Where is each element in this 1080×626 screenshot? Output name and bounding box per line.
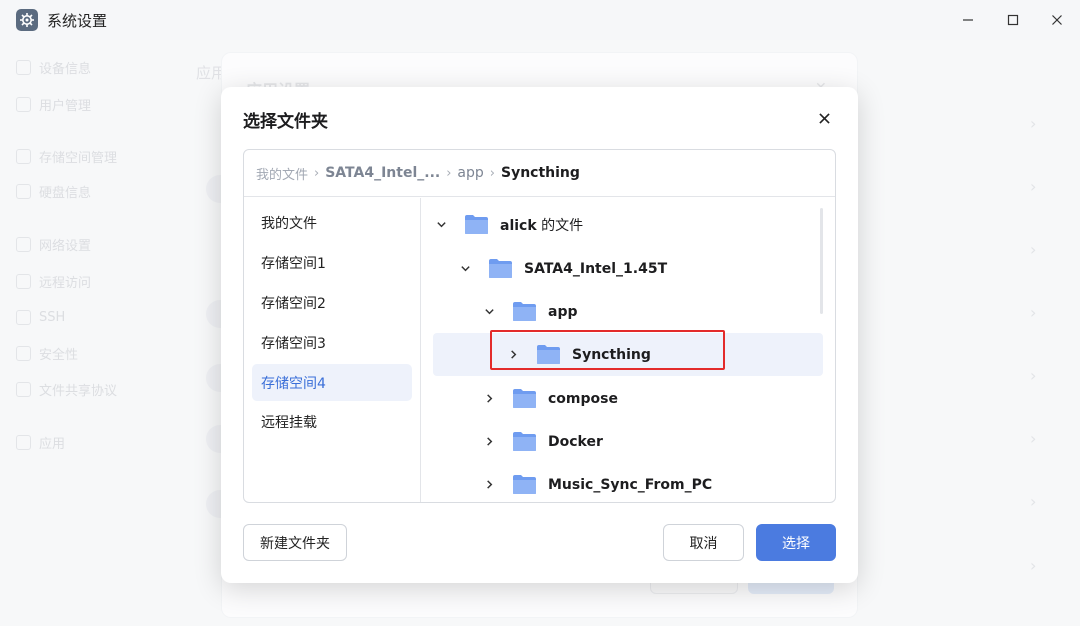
minimize-icon[interactable]	[955, 8, 981, 32]
folder-name: SATA4_Intel_1.45T	[524, 260, 668, 277]
chevron-down-icon[interactable]	[457, 261, 473, 277]
chevron-right-icon[interactable]	[481, 391, 497, 407]
folder-name-suffix: 的文件	[536, 217, 584, 234]
folder-browser: 我的文件 › SATA4_Intel_... › app › Syncthing…	[243, 149, 836, 503]
folder-tree-label: compose	[548, 391, 618, 407]
breadcrumb-folder[interactable]: app	[457, 165, 483, 181]
folder-icon	[465, 215, 488, 234]
folder-name: Music_Sync_From_PC	[548, 476, 713, 493]
folder-tree-item[interactable]: Docker	[433, 420, 823, 463]
folder-tree: alick 的文件 SATA4_Intel_1.45Tapp Syncthing co…	[422, 198, 835, 502]
folder-icon	[513, 302, 536, 321]
chevron-right-icon: ›	[489, 165, 495, 181]
folder-tree-label: app	[548, 304, 578, 320]
folder-tree-label: alick 的文件	[500, 215, 583, 235]
folder-name: Docker	[548, 433, 603, 450]
folder-tree-label: SATA4_Intel_1.45T	[524, 261, 667, 277]
location-storage-4[interactable]: 存储空间4	[252, 364, 412, 401]
new-folder-button[interactable]: 新建文件夹	[243, 524, 347, 561]
folder-name: app	[548, 303, 578, 320]
chevron-right-icon: ›	[446, 165, 452, 181]
chevron-right-icon[interactable]	[505, 347, 521, 363]
folder-tree-item[interactable]: SATA4_Intel_1.45T	[433, 247, 823, 290]
folder-name: Syncthing	[572, 346, 651, 363]
select-button[interactable]: 选择	[756, 524, 836, 561]
folder-icon	[489, 259, 512, 278]
location-storage-1[interactable]: 存储空间1	[252, 244, 412, 281]
settings-app-icon	[16, 9, 38, 31]
folder-tree-item[interactable]: Syncthing	[433, 333, 823, 376]
folder-icon	[513, 432, 536, 451]
folder-tree-item[interactable]: Music_Sync_From_PC	[433, 463, 823, 502]
location-storage-2[interactable]: 存储空间2	[252, 284, 412, 321]
title-bar: 系统设置	[0, 0, 1080, 40]
chevron-right-icon[interactable]	[481, 477, 497, 493]
breadcrumb-disk[interactable]: SATA4_Intel_...	[325, 165, 440, 181]
folder-tree-label: Docker	[548, 434, 603, 450]
folder-icon	[513, 475, 536, 494]
location-remote-mount[interactable]: 远程挂载	[252, 403, 412, 440]
chevron-down-icon[interactable]	[433, 217, 449, 233]
cancel-button[interactable]: 取消	[663, 524, 744, 561]
breadcrumb-current: Syncthing	[500, 165, 580, 181]
chevron-right-icon: ›	[314, 165, 320, 181]
folder-name: compose	[548, 390, 618, 407]
folder-tree-label: Music_Sync_From_PC	[548, 477, 712, 493]
folder-tree-label: Syncthing	[572, 347, 651, 363]
chevron-right-icon[interactable]	[481, 434, 497, 450]
breadcrumb: 我的文件 › SATA4_Intel_... › app › Syncthing	[244, 150, 835, 197]
breadcrumb-root[interactable]: 我的文件	[256, 164, 308, 183]
window-title: 系统设置	[47, 12, 108, 30]
chevron-down-icon[interactable]	[481, 304, 497, 320]
folder-name: alick	[500, 217, 537, 234]
location-my-files[interactable]: 我的文件	[252, 204, 412, 241]
folder-icon	[537, 345, 560, 364]
location-list: 我的文件 存储空间1 存储空间2 存储空间3 存储空间4 远程挂载	[244, 198, 421, 502]
maximize-icon[interactable]	[1000, 8, 1026, 32]
close-icon[interactable]	[1044, 8, 1070, 32]
folder-tree-item[interactable]: app	[433, 290, 823, 333]
select-folder-dialog: 选择文件夹 我的文件 › SATA4_Intel_... › app › Syn…	[221, 87, 858, 583]
folder-tree-item[interactable]: alick 的文件	[433, 203, 823, 246]
folder-icon	[513, 389, 536, 408]
close-icon[interactable]	[815, 109, 833, 127]
location-storage-3[interactable]: 存储空间3	[252, 324, 412, 361]
dialog-title: 选择文件夹	[243, 112, 328, 132]
folder-tree-item[interactable]: compose	[433, 377, 823, 420]
